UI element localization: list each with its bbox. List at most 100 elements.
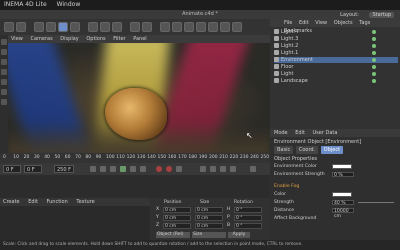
material-menu-edit[interactable]: Edit [28, 199, 38, 205]
visibility-dot-icon[interactable] [372, 58, 376, 62]
object-row[interactable]: Light [274, 71, 398, 77]
position-field[interactable]: 0 cm [163, 207, 191, 213]
fog-strength-slider[interactable] [358, 202, 394, 203]
workplane-icon[interactable] [1, 99, 7, 105]
previous-key-icon[interactable] [100, 166, 106, 172]
parameter-key-icon[interactable] [230, 166, 236, 172]
object-menu-tags[interactable]: Tags [359, 20, 370, 26]
position-field[interactable]: 0 cm [163, 215, 191, 221]
record-icon[interactable] [156, 166, 162, 172]
object-row[interactable]: Light.3 [274, 36, 398, 42]
start-frame-field[interactable]: 0 F [3, 165, 21, 173]
position-key-icon[interactable] [200, 166, 206, 172]
material-manager-area[interactable] [0, 206, 150, 240]
tab-basic[interactable]: Basic [274, 146, 294, 154]
prop-enable-fog[interactable]: Enable Fog [274, 183, 398, 190]
visibility-dot-icon[interactable] [372, 51, 376, 55]
deformer-icon[interactable] [196, 22, 206, 32]
rotation-key-icon[interactable] [220, 166, 226, 172]
end-frame-field[interactable]: 250 F [54, 165, 74, 173]
y-axis-icon[interactable] [100, 22, 110, 32]
object-menu-objects[interactable]: Objects [334, 20, 353, 26]
coordinate-mode-select[interactable]: Object (Rel) [156, 232, 190, 238]
edges-mode-icon[interactable] [1, 69, 7, 75]
tab-coord[interactable]: Coord. [295, 146, 319, 154]
play-icon[interactable] [120, 166, 126, 172]
scale-tool-icon[interactable] [58, 22, 68, 32]
x-axis-icon[interactable] [88, 22, 98, 32]
apply-button[interactable]: Apply [228, 232, 250, 238]
viewport-menu-panel[interactable]: Panel [133, 36, 147, 42]
redo-icon[interactable] [16, 22, 26, 32]
snap-icon[interactable] [1, 89, 7, 95]
object-row[interactable]: Environment [274, 57, 398, 63]
viewport-menu-view[interactable]: View [11, 36, 23, 42]
visibility-dot-icon[interactable] [372, 79, 376, 83]
scale-key-icon[interactable] [210, 166, 216, 172]
fog-color-swatch[interactable] [332, 192, 352, 197]
viewport-menu-display[interactable]: Display [60, 36, 78, 42]
visibility-dot-icon[interactable] [372, 44, 376, 48]
attr-menu-edit[interactable]: Edit [295, 130, 305, 136]
spline-icon[interactable] [172, 22, 182, 32]
env-color-swatch[interactable] [332, 164, 352, 169]
material-menu-create[interactable]: Create [3, 199, 20, 205]
render-picture-icon[interactable] [142, 22, 152, 32]
rotation-field[interactable]: 0 ° [234, 215, 262, 221]
object-menu-edit[interactable]: Edit [299, 20, 309, 26]
object-menu-view[interactable]: View [315, 20, 327, 26]
autokey-icon[interactable] [166, 166, 172, 172]
visibility-dot-icon[interactable] [372, 72, 376, 76]
object-row[interactable]: Light.4 [274, 29, 398, 35]
timeline-options-icon[interactable] [250, 166, 256, 172]
prop-affect-background[interactable]: Affect Background [274, 215, 398, 222]
fog-strength-field[interactable]: 40 % [332, 200, 354, 206]
object-row[interactable]: Light.2 [274, 43, 398, 49]
z-axis-icon[interactable] [112, 22, 122, 32]
size-field[interactable]: 0 cm [195, 207, 223, 213]
app-menu[interactable]: INEMA 4D Lite [4, 1, 47, 8]
cube-icon[interactable] [160, 22, 170, 32]
size-field[interactable]: 0 cm [195, 223, 223, 229]
window-menu[interactable]: Window [57, 1, 81, 8]
viewport-menu-filter[interactable]: Filter [113, 36, 125, 42]
current-frame-field[interactable]: 0 F [24, 165, 42, 173]
layout-select[interactable]: Startup [369, 12, 394, 18]
undo-icon[interactable] [4, 22, 14, 32]
go-to-end-icon[interactable] [140, 166, 146, 172]
material-menu-texture[interactable]: Texture [76, 199, 94, 205]
object-row[interactable]: Floor [274, 64, 398, 70]
material-menu-function[interactable]: Function [47, 199, 68, 205]
points-mode-icon[interactable] [1, 59, 7, 65]
tab-object[interactable]: Object [320, 146, 344, 154]
3d-viewport[interactable]: ↖ [8, 43, 270, 153]
attr-menu-user-data[interactable]: User Data [313, 130, 338, 136]
play-backward-icon[interactable] [110, 166, 116, 172]
rock-object[interactable] [105, 88, 167, 140]
camera-icon[interactable] [220, 22, 230, 32]
rotate-tool-icon[interactable] [70, 22, 80, 32]
viewport-menu-options[interactable]: Options [86, 36, 105, 42]
object-mode-icon[interactable] [1, 49, 7, 55]
timeline-ruler[interactable]: 0 10 20 30 40 50 60 70 80 90 100 110 120 130 140 150 160… [0, 153, 270, 163]
layout-switcher[interactable]: Layout: Startup [331, 12, 394, 18]
object-row[interactable]: Landscape [274, 78, 398, 84]
next-key-icon[interactable] [130, 166, 136, 172]
light-icon[interactable] [232, 22, 242, 32]
select-tool-icon[interactable] [34, 22, 44, 32]
move-tool-icon[interactable] [46, 22, 56, 32]
object-menu-file[interactable]: File [284, 20, 292, 26]
visibility-dot-icon[interactable] [372, 65, 376, 69]
go-to-start-icon[interactable] [90, 166, 96, 172]
size-mode-select[interactable]: Size [192, 232, 226, 238]
viewport-menu-cameras[interactable]: Cameras [30, 36, 52, 42]
position-field[interactable]: 0 cm [163, 223, 191, 229]
polygons-mode-icon[interactable] [1, 79, 7, 85]
distance-field[interactable]: 10000 cm [332, 208, 354, 219]
keyframe-selection-icon[interactable] [176, 166, 182, 172]
object-row[interactable]: Light.1 [274, 50, 398, 56]
visibility-dot-icon[interactable] [372, 30, 376, 34]
visibility-dot-icon[interactable] [372, 37, 376, 41]
scene-icon[interactable] [208, 22, 218, 32]
env-strength-field[interactable]: 0 % [332, 172, 354, 178]
